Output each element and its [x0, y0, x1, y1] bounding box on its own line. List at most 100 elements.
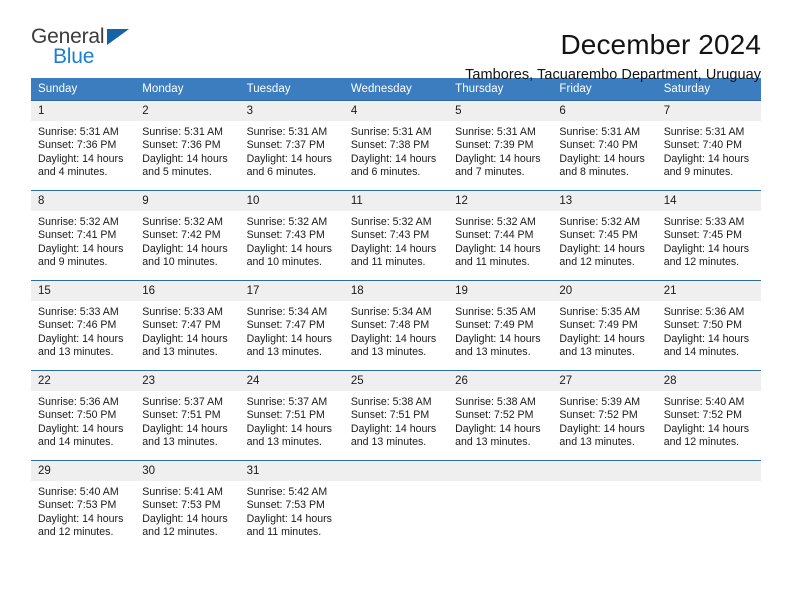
day-details: Sunrise: 5:33 AM Sunset: 7:46 PM Daylight:… — [31, 301, 135, 360]
calendar-day-cell[interactable]: 1 Sunrise: 5:31 AM Sunset: 7:36 PM Daylight… — [31, 100, 136, 191]
day-number: 31 — [239, 461, 344, 481]
calendar-day-cell[interactable]: 17 Sunrise: 5:34 AM Sunset: 7:47 PM Dayligh… — [239, 280, 344, 371]
calendar-day-cell[interactable]: 27 Sunrise: 5:39 AM Sunset: 7:52 PM Dayligh… — [552, 370, 657, 461]
daylight-text-line1: Daylight: 14 hours — [559, 422, 645, 435]
sunrise-text: Sunrise: 5:34 AM — [350, 306, 432, 318]
calendar-day-cell[interactable]: 7 Sunrise: 5:31 AM Sunset: 7:40 PM Daylight… — [656, 100, 761, 191]
day-details: Sunrise: 5:37 AM Sunset: 7:51 PM Daylight:… — [240, 391, 344, 450]
calendar-day-cell[interactable]: 25 Sunrise: 5:38 AM Sunset: 7:51 PM Dayligh… — [343, 370, 449, 461]
calendar-day-cell[interactable]: 8 Sunrise: 5:32 AM Sunset: 7:41 PM Daylight… — [31, 190, 136, 281]
day-details: Sunrise: 5:31 AM Sunset: 7:36 PM Daylight:… — [135, 121, 239, 180]
daylight-text-line2: and 13 minutes. — [350, 346, 427, 359]
daylight-text-line1: Daylight: 14 hours — [38, 332, 124, 345]
calendar-day-cell[interactable]: 14 Sunrise: 5:33 AM Sunset: 7:45 PM Dayligh… — [656, 190, 761, 281]
sunrise-text: Sunrise: 5:32 AM — [246, 216, 328, 228]
calendar-day-cell[interactable]: 24 Sunrise: 5:37 AM Sunset: 7:51 PM Dayligh… — [239, 370, 344, 461]
calendar-day-cell[interactable]: 18 Sunrise: 5:34 AM Sunset: 7:48 PM Dayligh… — [343, 280, 449, 371]
day-number: 13 — [552, 191, 657, 211]
day-number: 23 — [135, 371, 240, 391]
calendar-day-cell[interactable]: 13 Sunrise: 5:32 AM Sunset: 7:45 PM Dayligh… — [552, 190, 657, 281]
calendar-day-cell[interactable]: 4 Sunrise: 5:31 AM Sunset: 7:38 PM Daylight… — [343, 100, 449, 191]
daylight-text-line2: and 9 minutes. — [38, 256, 108, 269]
day-details: Sunrise: 5:31 AM Sunset: 7:36 PM Daylight:… — [31, 121, 135, 180]
day-number: 29 — [31, 461, 136, 481]
calendar-day-cell[interactable]: 31 Sunrise: 5:42 AM Sunset: 7:53 PM Dayligh… — [239, 460, 344, 553]
calendar-day-cell[interactable]: 28 Sunrise: 5:40 AM Sunset: 7:52 PM Dayligh… — [656, 370, 761, 461]
sunset-text: Sunset: 7:53 PM — [38, 499, 117, 512]
sunset-text: Sunset: 7:52 PM — [663, 409, 743, 422]
day-details: Sunrise: 5:32 AM Sunset: 7:43 PM Daylight:… — [344, 211, 448, 270]
weekday-header-monday: Monday — [135, 78, 240, 101]
daylight-text-line1: Daylight: 14 hours — [38, 242, 124, 255]
daylight-text-line1: Daylight: 14 hours — [455, 422, 541, 435]
day-details: Sunrise: 5:32 AM Sunset: 7:45 PM Daylight:… — [552, 211, 656, 270]
daylight-text-line2: and 6 minutes. — [246, 166, 317, 179]
daylight-text-line1: Daylight: 14 hours — [246, 512, 332, 525]
calendar-day-cell[interactable]: 9 Sunrise: 5:32 AM Sunset: 7:42 PM Daylight… — [135, 190, 240, 281]
day-number: 15 — [31, 281, 136, 301]
calendar-day-cell[interactable]: 5 Sunrise: 5:31 AM Sunset: 7:39 PM Daylight… — [448, 100, 553, 191]
page-header: General Blue December 2024 Tambores, Tac… — [31, 0, 761, 83]
page-title: December 2024 — [560, 29, 761, 60]
calendar-day-cell[interactable]: 15 Sunrise: 5:33 AM Sunset: 7:46 PM Dayligh… — [31, 280, 136, 371]
sunset-text: Sunset: 7:36 PM — [142, 139, 221, 152]
calendar-day-cell[interactable]: 29 Sunrise: 5:40 AM Sunset: 7:53 PM Dayligh… — [31, 460, 136, 553]
daylight-text-line1: Daylight: 14 hours — [246, 152, 332, 165]
calendar-week-row: 1 Sunrise: 5:31 AM Sunset: 7:36 PM Daylight… — [31, 100, 761, 191]
day-details: Sunrise: 5:33 AM Sunset: 7:45 PM Daylight:… — [657, 211, 761, 270]
calendar-day-cell[interactable]: 23 Sunrise: 5:37 AM Sunset: 7:51 PM Dayligh… — [135, 370, 240, 461]
calendar-day-cell[interactable]: 3 Sunrise: 5:31 AM Sunset: 7:37 PM Daylight… — [239, 100, 344, 191]
day-details: Sunrise: 5:31 AM Sunset: 7:40 PM Daylight:… — [657, 121, 761, 180]
day-number: 27 — [552, 371, 657, 391]
logo-text-blue: Blue — [53, 45, 95, 68]
calendar-day-cell[interactable]: 12 Sunrise: 5:32 AM Sunset: 7:44 PM Dayligh… — [448, 190, 553, 281]
sunrise-text: Sunrise: 5:32 AM — [559, 216, 641, 228]
sunset-text: Sunset: 7:49 PM — [455, 319, 534, 332]
daylight-text-line2: and 11 minutes. — [350, 256, 426, 269]
daylight-text-line2: and 12 minutes. — [663, 436, 740, 449]
calendar-day-cell[interactable]: 21 Sunrise: 5:36 AM Sunset: 7:50 PM Dayligh… — [656, 280, 761, 371]
calendar-body: 1 Sunrise: 5:31 AM Sunset: 7:36 PM Daylight… — [31, 100, 761, 553]
sunset-text: Sunset: 7:49 PM — [559, 319, 638, 332]
daylight-text-line2: and 12 minutes. — [142, 526, 218, 539]
daylight-text-line1: Daylight: 14 hours — [663, 152, 750, 165]
sunset-text: Sunset: 7:44 PM — [455, 229, 534, 242]
calendar-day-cell[interactable]: 11 Sunrise: 5:32 AM Sunset: 7:43 PM Dayligh… — [343, 190, 449, 281]
daylight-text-line2: and 13 minutes. — [38, 346, 114, 359]
day-details: Sunrise: 5:32 AM Sunset: 7:44 PM Daylight:… — [448, 211, 552, 270]
day-number: 16 — [135, 281, 240, 301]
sunset-text: Sunset: 7:53 PM — [142, 499, 221, 512]
day-number: 5 — [448, 101, 553, 121]
day-number: 1 — [31, 101, 136, 121]
sunset-text: Sunset: 7:51 PM — [350, 409, 430, 422]
day-number: 30 — [135, 461, 240, 481]
sunset-text: Sunset: 7:39 PM — [455, 139, 534, 152]
daylight-text-line2: and 11 minutes. — [455, 256, 530, 269]
day-number: 28 — [656, 371, 761, 391]
calendar-day-cell[interactable]: 26 Sunrise: 5:38 AM Sunset: 7:52 PM Dayligh… — [448, 370, 553, 461]
sunrise-text: Sunrise: 5:40 AM — [38, 486, 119, 498]
sunset-text: Sunset: 7:40 PM — [559, 139, 638, 152]
daylight-text-line1: Daylight: 14 hours — [455, 332, 541, 345]
sunrise-text: Sunrise: 5:40 AM — [663, 396, 745, 408]
calendar-day-cell[interactable]: 6 Sunrise: 5:31 AM Sunset: 7:40 PM Daylight… — [552, 100, 657, 191]
calendar-day-cell[interactable]: 30 Sunrise: 5:41 AM Sunset: 7:53 PM Dayligh… — [135, 460, 240, 553]
calendar-cell-empty — [343, 460, 449, 553]
calendar-day-cell[interactable]: 10 Sunrise: 5:32 AM Sunset: 7:43 PM Dayligh… — [239, 190, 344, 281]
day-details: Sunrise: 5:31 AM Sunset: 7:38 PM Daylight:… — [344, 121, 448, 180]
calendar-day-cell[interactable]: 22 Sunrise: 5:36 AM Sunset: 7:50 PM Dayligh… — [31, 370, 136, 461]
sunset-text: Sunset: 7:47 PM — [142, 319, 221, 332]
calendar-day-cell[interactable]: 20 Sunrise: 5:35 AM Sunset: 7:49 PM Dayligh… — [552, 280, 657, 371]
calendar-day-cell[interactable]: 19 Sunrise: 5:35 AM Sunset: 7:49 PM Dayligh… — [448, 280, 553, 371]
day-details: Sunrise: 5:36 AM Sunset: 7:50 PM Daylight:… — [31, 391, 135, 450]
daylight-text-line2: and 4 minutes. — [38, 166, 108, 179]
day-details: Sunrise: 5:42 AM Sunset: 7:53 PM Daylight:… — [240, 481, 344, 540]
general-blue-logo[interactable]: General Blue — [31, 26, 151, 74]
daylight-text-line2: and 13 minutes. — [350, 436, 427, 449]
sunset-text: Sunset: 7:42 PM — [142, 229, 221, 242]
calendar-day-cell[interactable]: 16 Sunrise: 5:33 AM Sunset: 7:47 PM Dayligh… — [135, 280, 240, 371]
day-number: 9 — [135, 191, 240, 211]
calendar-day-cell[interactable]: 2 Sunrise: 5:31 AM Sunset: 7:36 PM Daylight… — [135, 100, 240, 191]
day-number: 22 — [31, 371, 136, 391]
day-number — [656, 461, 761, 481]
